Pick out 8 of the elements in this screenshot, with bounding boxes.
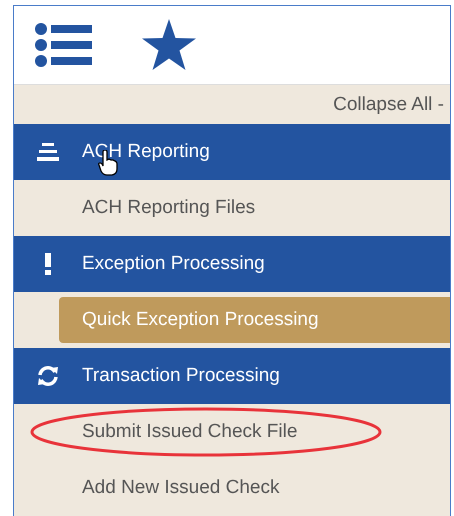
star-icon[interactable] [142, 19, 196, 71]
collapse-all-link[interactable]: Collapse All - [333, 94, 444, 116]
refresh-icon [36, 364, 60, 388]
list-icon[interactable] [34, 23, 92, 67]
section-header[interactable]: Transaction Processing [14, 348, 450, 404]
section-header[interactable]: Exception Processing [14, 236, 450, 292]
stack-icon [37, 143, 59, 161]
exclamation-icon [43, 253, 53, 275]
